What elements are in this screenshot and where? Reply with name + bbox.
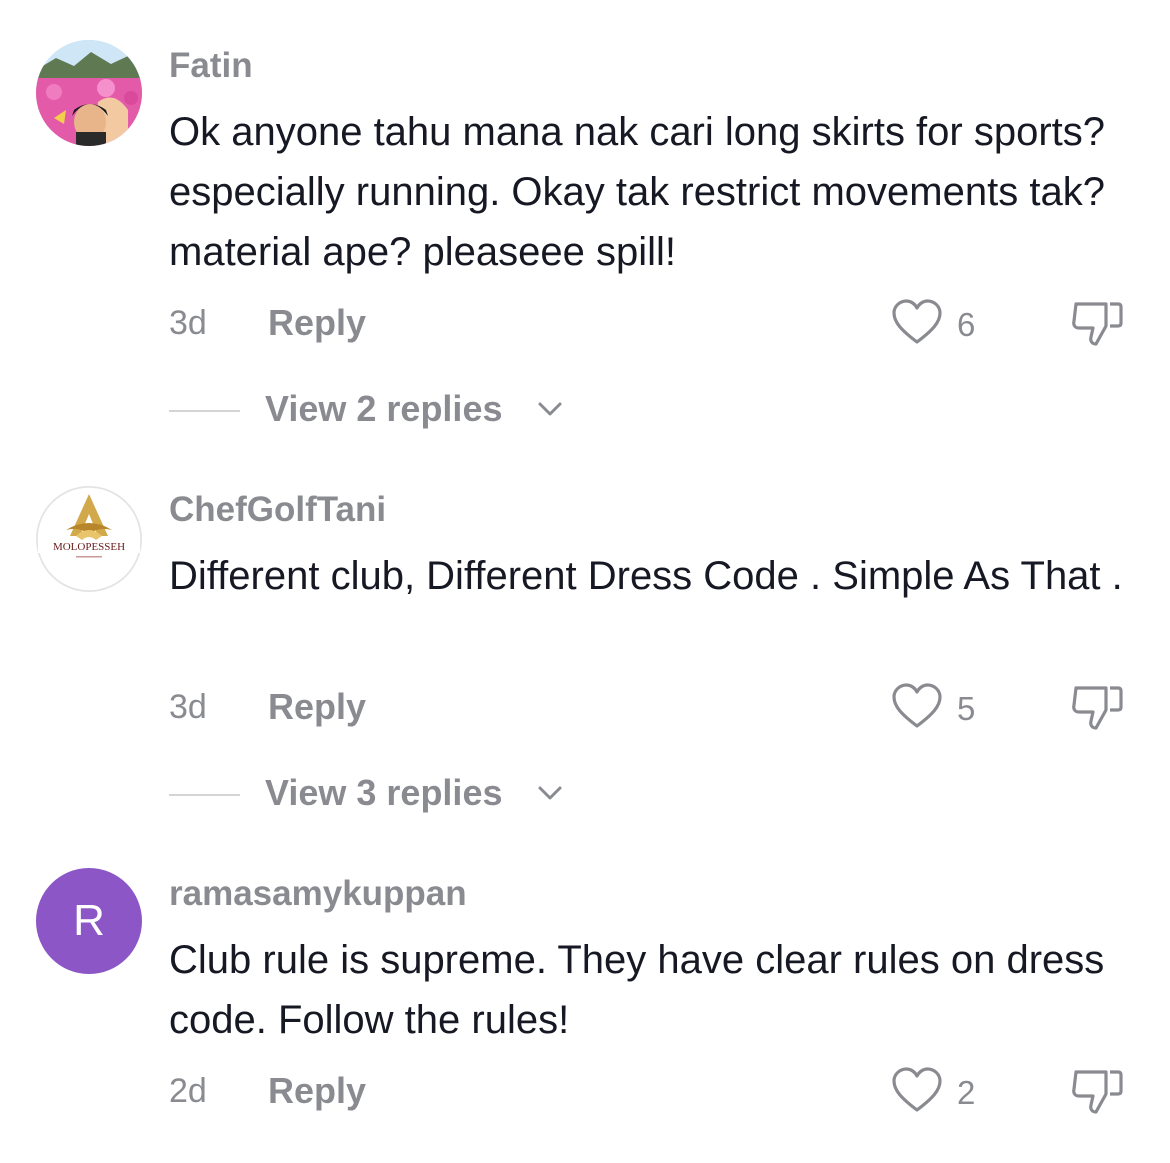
comment-username[interactable]: ChefGolfTani <box>169 490 386 530</box>
like-count: 6 <box>957 306 976 343</box>
user-avatar-fatin[interactable] <box>36 40 142 146</box>
like-button[interactable]: 6 <box>891 298 1001 348</box>
view-replies-label: View 3 replies <box>265 772 503 813</box>
avatar-letter: R <box>73 896 105 945</box>
view-replies-button[interactable]: View 2 replies <box>169 388 589 432</box>
user-avatar-chefgolftani[interactable]: MOLOPESSEH <box>36 486 142 592</box>
comment-text: Ok anyone tahu mana nak cari long skirts… <box>169 110 1106 274</box>
comment-time: 3d <box>169 304 207 342</box>
comment-meta: 3d Reply 6 <box>169 298 1129 348</box>
like-button[interactable]: 2 <box>891 1066 1001 1116</box>
comment-meta: 2d Reply 2 <box>169 1066 1129 1116</box>
reply-button[interactable]: Reply <box>268 302 366 344</box>
dislike-button[interactable] <box>1070 680 1124 734</box>
thumbs-down-icon <box>1072 1070 1123 1114</box>
chevron-down-icon <box>538 402 562 416</box>
comment-time: 3d <box>169 688 207 726</box>
divider-line <box>169 410 240 412</box>
view-replies-button[interactable]: View 3 replies <box>169 772 589 816</box>
comment-text: Club rule is supreme. They have clear ru… <box>169 938 1105 1042</box>
user-avatar-ramasamykuppan[interactable]: R <box>36 868 142 974</box>
heart-outline-icon <box>892 1067 942 1112</box>
heart-outline-icon <box>892 299 942 344</box>
dislike-button[interactable] <box>1070 1064 1124 1118</box>
thumbs-down-icon <box>1072 302 1123 346</box>
reply-button[interactable]: Reply <box>268 1070 366 1112</box>
comment-time: 2d <box>169 1072 207 1110</box>
comment-text: Different club, Different Dress Code . S… <box>169 554 1123 598</box>
thumbs-down-icon <box>1072 686 1123 730</box>
comment-username[interactable]: ramasamykuppan <box>169 874 467 914</box>
svg-text:MOLOPESSEH: MOLOPESSEH <box>53 541 125 553</box>
chevron-down-icon <box>538 786 562 800</box>
comment-username[interactable]: Fatin <box>169 46 253 86</box>
reply-button[interactable]: Reply <box>268 686 366 728</box>
heart-outline-icon <box>892 683 942 728</box>
avatar-photo <box>36 40 142 146</box>
divider-line <box>169 794 240 796</box>
logo-avatar: MOLOPESSEH <box>36 486 142 592</box>
comment-meta: 3d Reply 5 <box>169 682 1129 732</box>
view-replies-label: View 2 replies <box>265 388 503 429</box>
like-count: 5 <box>957 690 976 727</box>
like-count: 2 <box>957 1074 976 1111</box>
like-button[interactable]: 5 <box>891 682 1001 732</box>
dislike-button[interactable] <box>1070 296 1124 350</box>
